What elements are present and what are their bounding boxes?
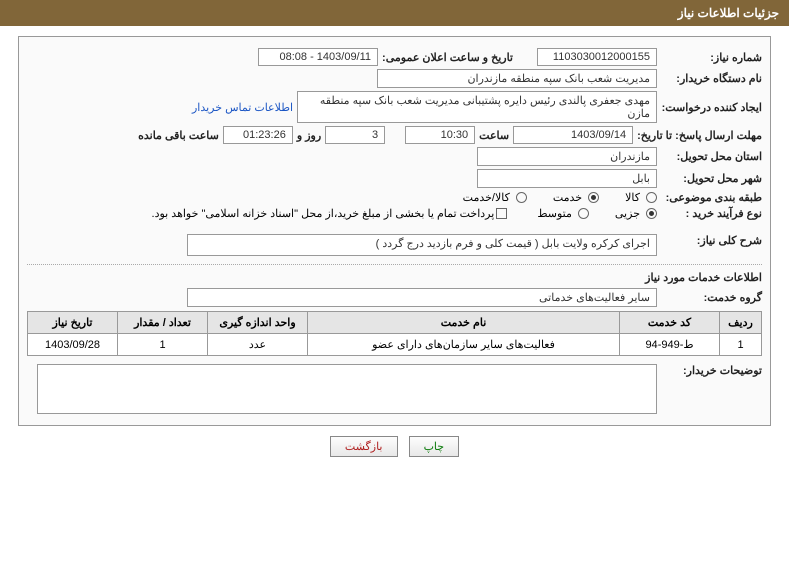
buyer-org-value: مدیریت شعب بانک سپه منطقه مازندران [377, 69, 657, 88]
details-fieldset: شماره نیاز: 1103030012000155 تاریخ و ساع… [18, 36, 771, 426]
th-qty: تعداد / مقدار [118, 312, 208, 334]
desc-value: اجرای کرکره ولایت بابل ( قیمت کلی و فرم … [187, 234, 657, 256]
deadline-label: مهلت ارسال پاسخ: تا تاریخ: [633, 129, 762, 142]
th-row: ردیف [720, 312, 762, 334]
service-group-label: گروه خدمت: [657, 291, 762, 304]
th-code: کد خدمت [620, 312, 720, 334]
radio-service[interactable] [588, 192, 599, 203]
province-label: استان محل تحویل: [657, 150, 762, 163]
deadline-date-value: 1403/09/14 [513, 126, 633, 144]
button-bar: چاپ بازگشت [18, 436, 771, 457]
announce-date-value: 1403/09/11 - 08:08 [258, 48, 378, 66]
services-table: ردیف کد خدمت نام خدمت واحد اندازه گیری ت… [27, 311, 762, 356]
print-button[interactable]: چاپ [409, 436, 460, 457]
cell-qty: 1 [118, 334, 208, 356]
days-value: 3 [325, 126, 385, 144]
cell-row: 1 [720, 334, 762, 356]
cell-code: ط-949-94 [620, 334, 720, 356]
table-row: 1 ط-949-94 فعالیت‌های سایر سازمان‌های دا… [28, 334, 762, 356]
page-header: جزئیات اطلاعات نیاز [0, 0, 789, 26]
th-name: نام خدمت [308, 312, 620, 334]
page-title: جزئیات اطلاعات نیاز [678, 6, 779, 20]
city-value: بابل [477, 169, 657, 188]
comments-box [37, 364, 657, 414]
requester-value: مهدی جعفری پالندی رئیس دایره پشتیبانی مد… [297, 91, 657, 123]
cell-date: 1403/09/28 [28, 334, 118, 356]
th-unit: واحد اندازه گیری [208, 312, 308, 334]
radio-goods[interactable] [646, 192, 657, 203]
radio-goods-service[interactable] [516, 192, 527, 203]
service-group-value: سایر فعالیت‌های خدماتی [187, 288, 657, 307]
buyer-org-label: نام دستگاه خریدار: [657, 72, 762, 85]
time-label: ساعت [475, 129, 513, 142]
deadline-time-value: 10:30 [405, 126, 475, 144]
province-value: مازندران [477, 147, 657, 166]
process-label: نوع فرآیند خرید : [657, 207, 762, 220]
city-label: شهر محل تحویل: [657, 172, 762, 185]
category-label: طبقه بندی موضوعی: [657, 191, 762, 204]
treasury-checkbox[interactable] [496, 208, 507, 219]
radio-medium[interactable] [578, 208, 589, 219]
remain-suffix: ساعت باقی مانده [134, 129, 223, 142]
treasury-note: پرداخت تمام یا بخشی از مبلغ خرید،از محل … [152, 207, 495, 220]
buyer-contact-link[interactable]: اطلاعات تماس خریدار [192, 101, 293, 114]
services-section-head: اطلاعات خدمات مورد نیاز [27, 264, 762, 284]
category-radio-group: کالا خدمت کالا/خدمت [463, 191, 657, 204]
th-date: تاریخ نیاز [28, 312, 118, 334]
desc-label: شرح کلی نیاز: [657, 234, 762, 247]
days-suffix: روز و [293, 129, 325, 142]
comments-label: توضیحات خریدار: [657, 364, 762, 377]
need-number-label: شماره نیاز: [657, 51, 762, 64]
cell-name: فعالیت‌های سایر سازمان‌های دارای عضو [308, 334, 620, 356]
radio-partial[interactable] [646, 208, 657, 219]
announce-date-label: تاریخ و ساعت اعلان عمومی: [378, 51, 517, 64]
process-radio-group: جزیی متوسط [537, 207, 657, 220]
cell-unit: عدد [208, 334, 308, 356]
requester-label: ایجاد کننده درخواست: [657, 101, 762, 114]
need-number-value: 1103030012000155 [537, 48, 657, 66]
table-header-row: ردیف کد خدمت نام خدمت واحد اندازه گیری ت… [28, 312, 762, 334]
countdown-value: 01:23:26 [223, 126, 293, 144]
back-button[interactable]: بازگشت [330, 436, 398, 457]
